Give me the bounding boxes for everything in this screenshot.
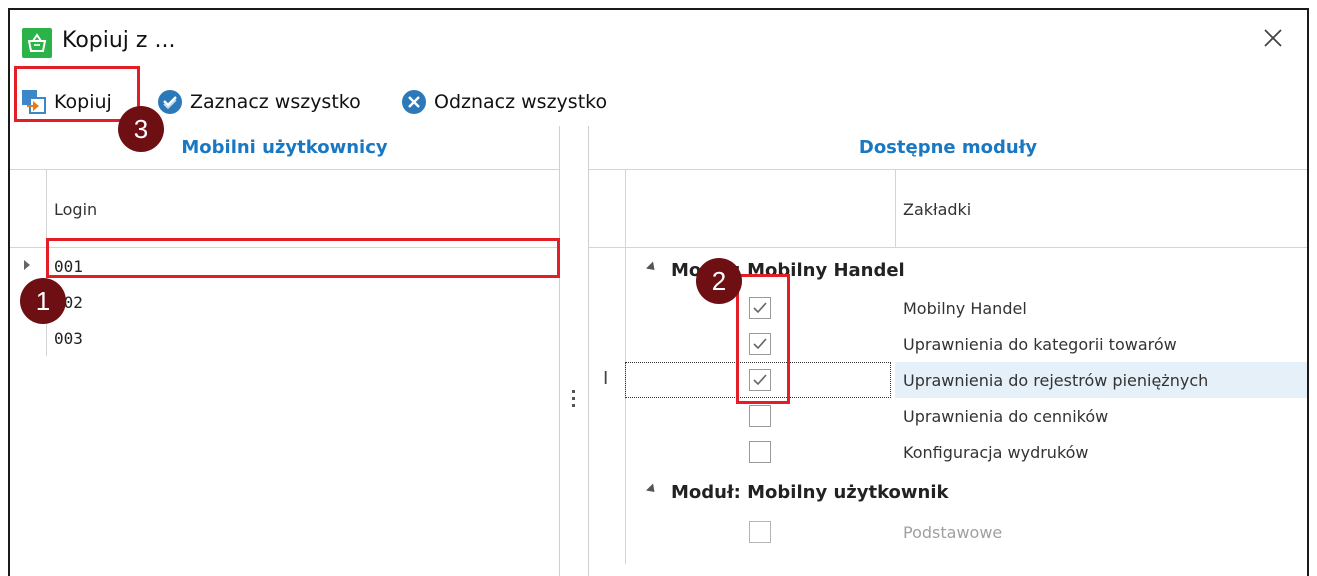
copy-from-dialog: Kopiuj z ... Kopiuj Zaznacz wszystko Odz…: [8, 8, 1309, 576]
module-tab-label: Uprawnienia do cenników: [903, 406, 1109, 426]
available-modules-header: Dostępne moduły: [589, 126, 1307, 170]
login-column-label: Login: [54, 200, 98, 219]
select-all-button[interactable]: Zaznacz wszystko: [156, 82, 361, 122]
title-bar: Kopiuj z ...: [10, 10, 1307, 68]
list-item[interactable]: Uprawnienia do cenników: [625, 398, 1307, 434]
module-tab-label: Mobilny Handel: [903, 298, 1027, 318]
checkbox[interactable]: [749, 369, 771, 391]
module-tab-label: Podstawowe: [903, 522, 1003, 542]
check-circle-icon: [156, 88, 184, 116]
close-icon[interactable]: [1259, 24, 1287, 52]
table-row[interactable]: 001: [10, 248, 559, 284]
login-cell: 001: [54, 256, 83, 276]
group-label: Moduł: Mobilny użytkownik: [671, 481, 949, 503]
login-column-header[interactable]: Login: [10, 170, 559, 248]
login-cell: 003: [54, 328, 83, 348]
list-item[interactable]: Konfiguracja wydruków: [625, 434, 1307, 470]
module-tab-label: Uprawnienia do rejestrów pieniężnych: [903, 370, 1209, 390]
basket-icon: [22, 28, 52, 58]
window-title: Kopiuj z ...: [62, 28, 176, 53]
tabs-column-label: Zakładki: [903, 200, 972, 219]
list-item[interactable]: Podstawowe: [625, 514, 1307, 550]
module-tab-label: Konfiguracja wydruków: [903, 442, 1089, 462]
x-circle-icon: [400, 88, 428, 116]
row-pointer-icon: [24, 260, 30, 270]
step-badge-2: 2: [696, 258, 742, 304]
group-row-mobile-user[interactable]: Moduł: Mobilny użytkownik: [589, 472, 1307, 512]
step-badge-3: 3: [118, 106, 164, 152]
checkbox[interactable]: [749, 297, 771, 319]
mobile-users-header: Mobilni użytkownicy: [10, 126, 559, 170]
mobile-users-panel: Mobilni użytkownicy Login 001 002 003: [10, 126, 560, 576]
checkbox[interactable]: [749, 405, 771, 427]
toolbar: Kopiuj Zaznacz wszystko Odznacz wszystko: [10, 74, 1307, 132]
module-tab-label: Uprawnienia do kategorii towarów: [903, 334, 1177, 354]
available-modules-panel: Dostępne moduły Zakładki Moduł: Mobilny …: [588, 126, 1307, 576]
panel-splitter[interactable]: [561, 126, 587, 576]
column-divider: [625, 170, 626, 248]
copy-button-label: Kopiuj: [54, 91, 112, 113]
text-cursor-icon: I: [603, 368, 609, 389]
checkbox[interactable]: [749, 441, 771, 463]
checkbox[interactable]: [749, 521, 771, 543]
deselect-all-label: Odznacz wszystko: [434, 91, 608, 113]
step-badge-1: 1: [20, 278, 66, 324]
drag-handle-icon: [572, 390, 576, 411]
list-item[interactable]: Uprawnienia do kategorii towarów: [625, 326, 1307, 362]
collapse-icon: [645, 483, 659, 496]
select-all-label: Zaznacz wszystko: [190, 91, 361, 113]
table-row[interactable]: 002: [10, 284, 559, 320]
table-row[interactable]: 003: [10, 320, 559, 356]
list-item[interactable]: I Uprawnienia do rejestrów pieniężnych: [603, 362, 1307, 398]
column-divider: [895, 170, 896, 248]
copy-button[interactable]: Kopiuj: [20, 82, 112, 122]
deselect-all-button[interactable]: Odznacz wszystko: [400, 82, 607, 122]
tabs-column-header[interactable]: Zakładki: [589, 170, 1307, 248]
checkbox[interactable]: [749, 333, 771, 355]
collapse-icon: [645, 261, 659, 274]
copy-icon: [20, 88, 48, 116]
column-divider: [46, 170, 47, 248]
